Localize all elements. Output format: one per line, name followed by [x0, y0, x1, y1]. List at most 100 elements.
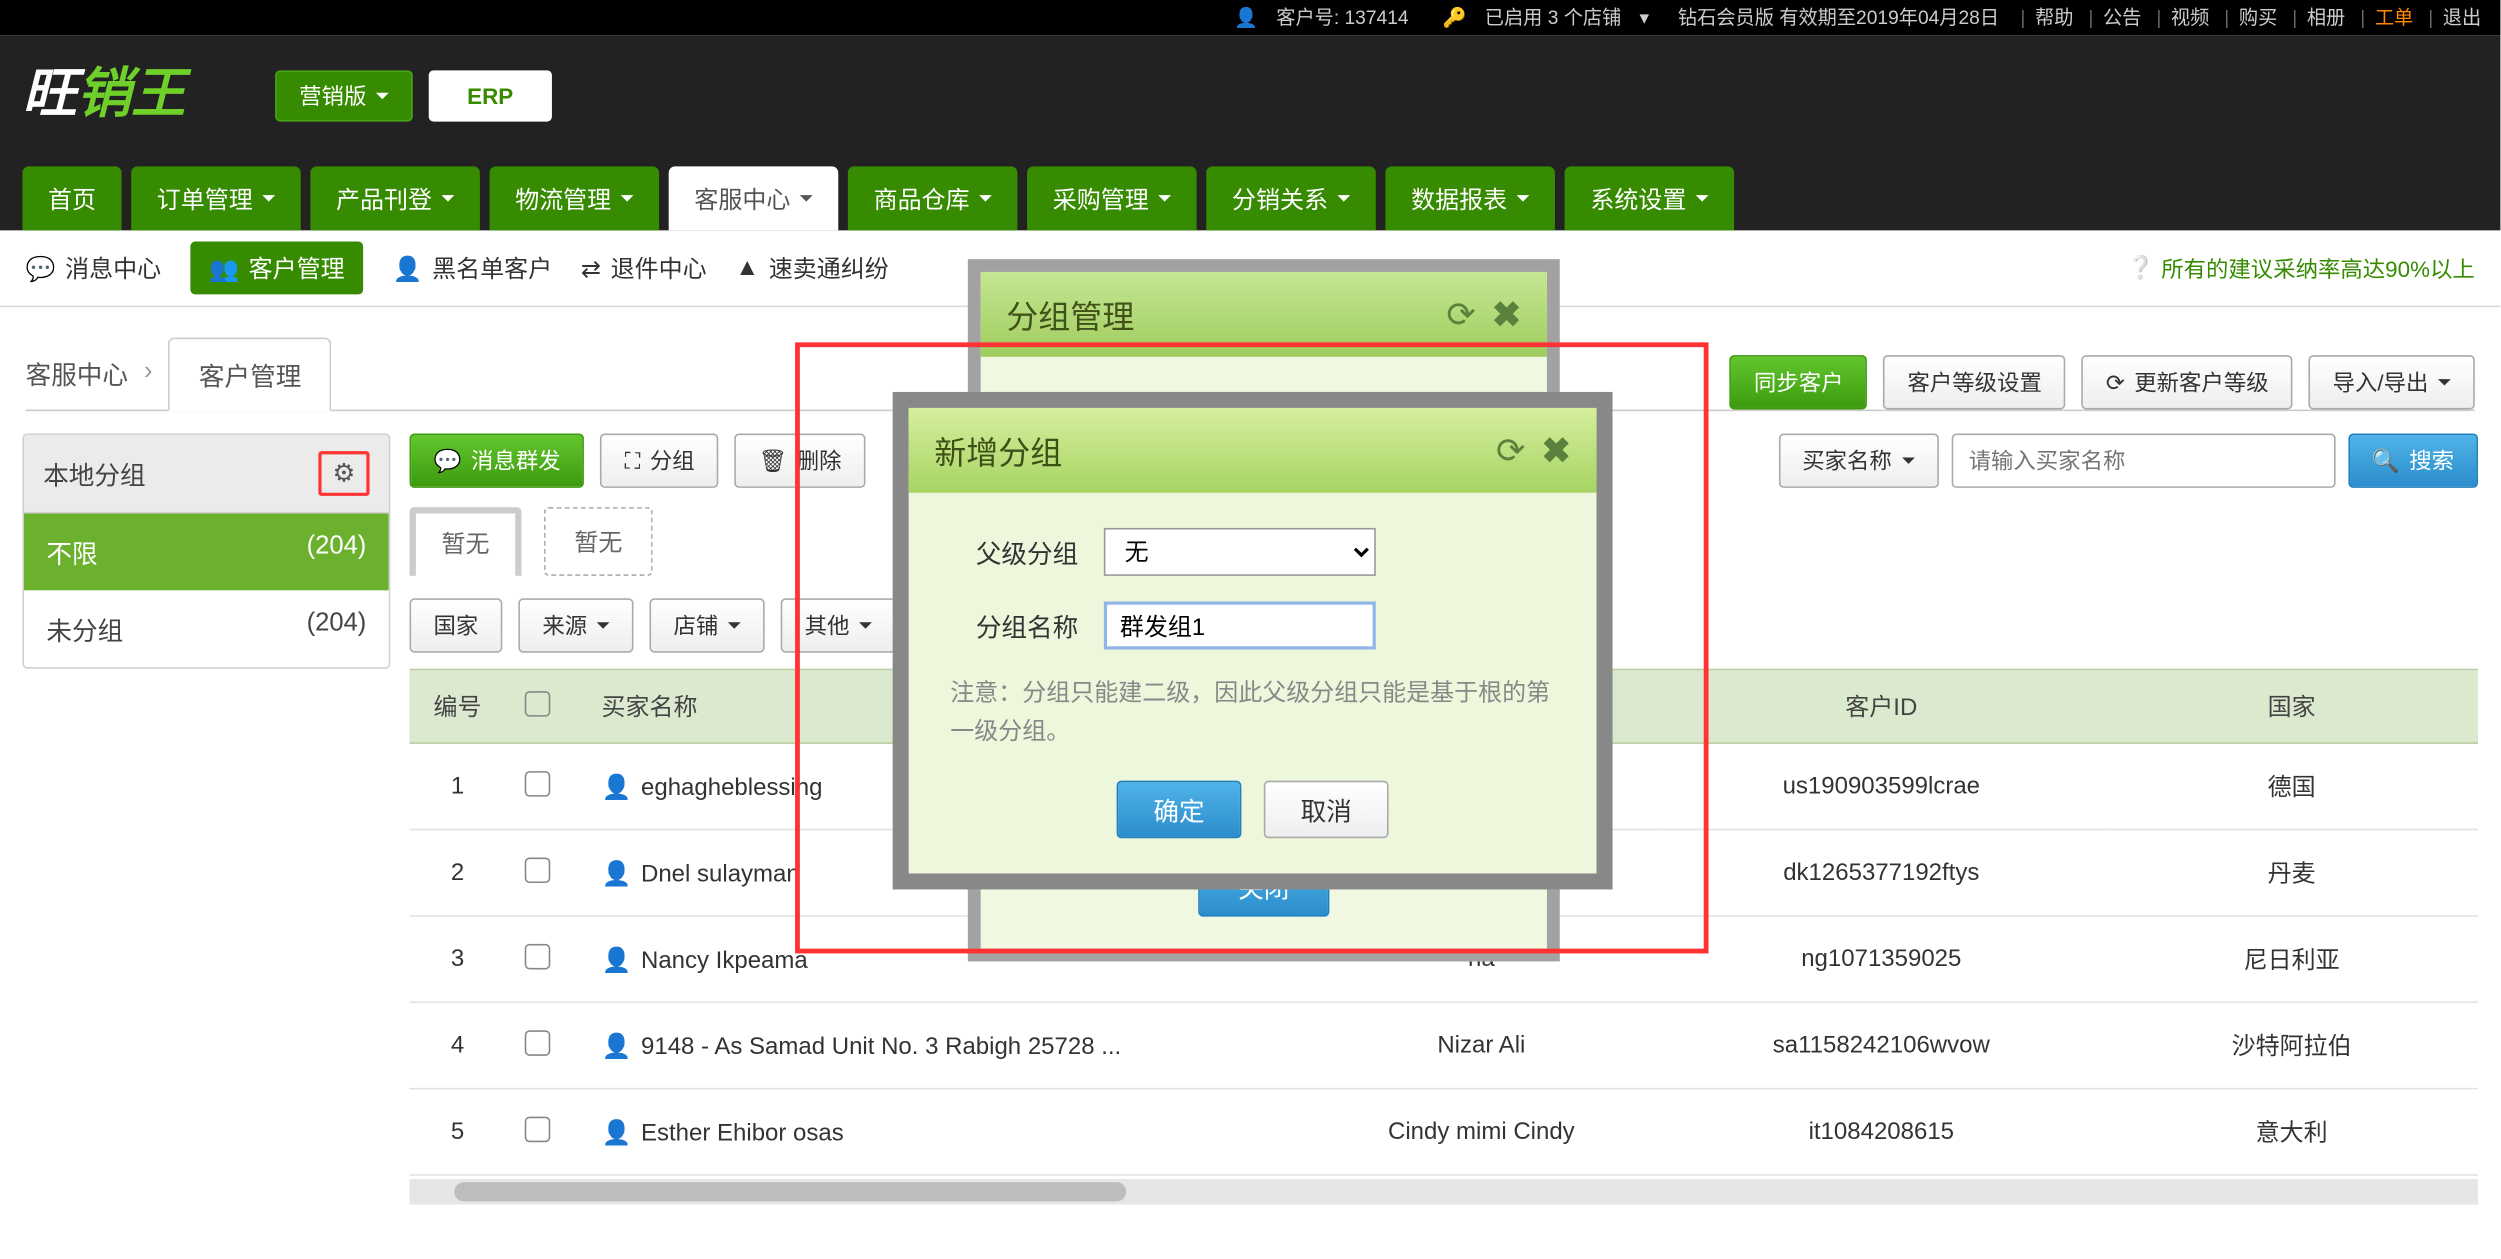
caret-down-icon	[597, 622, 610, 635]
table-row[interactable]: 4👤9148 - As Samad Unit No. 3 Rabigh 2572…	[410, 1002, 2478, 1088]
sidebar: 本地分组 ⚙ 不限(204)未分组(204)	[22, 434, 390, 669]
edition-dropdown[interactable]: 营销版	[275, 70, 413, 121]
nav-label: 客服中心	[694, 182, 790, 216]
sync-customers-button[interactable]: 同步客户	[1730, 355, 1868, 409]
nav-item-0[interactable]: 首页	[22, 166, 121, 230]
breadcrumb-root[interactable]: 客服中心	[26, 354, 128, 392]
caret-down-icon	[1158, 195, 1171, 208]
filter-3[interactable]: 其他	[781, 598, 896, 652]
delete-btn-label: 删除	[797, 445, 842, 477]
nav-item-8[interactable]: 数据报表	[1386, 166, 1556, 230]
topbar-link-buy[interactable]: 购买	[2239, 6, 2277, 28]
search-field-dropdown[interactable]: 买家名称	[1778, 434, 1938, 488]
customer-id: us190903599lcrae	[1657, 743, 2105, 829]
subbar-item-3[interactable]: ⇄退件中心	[581, 251, 707, 285]
col-1	[506, 669, 570, 743]
breadcrumb-tab[interactable]: 客户管理	[169, 338, 332, 412]
scrollbar-thumb[interactable]	[454, 1182, 1126, 1201]
cancel-button[interactable]: 取消	[1264, 781, 1389, 839]
ok-button[interactable]: 确定	[1117, 781, 1242, 839]
group-name-input[interactable]	[1104, 602, 1376, 650]
topbar-link-notice[interactable]: 公告	[2103, 6, 2141, 28]
topbar-link-ticket[interactable]: 工单	[2375, 6, 2413, 28]
nav-item-5[interactable]: 商品仓库	[848, 166, 1018, 230]
group-button[interactable]: ⛶分组	[601, 434, 719, 488]
customer-id: ng1071359025	[1657, 916, 2105, 1002]
header: 旺销王 营销版 ERP 首页订单管理产品刊登物流管理客服中心商品仓库采购管理分销…	[0, 35, 2500, 230]
cancel-label: 取消	[1301, 790, 1352, 828]
nav-item-7[interactable]: 分销关系	[1206, 166, 1376, 230]
caret-down-icon	[800, 195, 813, 208]
right-info: ❔ 所有的建议采纳率高达90%以上	[2127, 252, 2475, 284]
nav-label: 采购管理	[1053, 182, 1149, 216]
nav-item-3[interactable]: 物流管理	[490, 166, 660, 230]
sidebar-title: 本地分组	[43, 454, 145, 492]
table-row[interactable]: 5👤Esther Ehibor osasCindy mimi Cindyit10…	[410, 1089, 2478, 1175]
sidebar-item-1[interactable]: 未分组(204)	[24, 590, 389, 667]
refresh-icon[interactable]: ⟳	[1446, 294, 1475, 336]
tab-a[interactable]: 暂无	[410, 507, 522, 576]
search-button[interactable]: 🔍搜索	[2348, 434, 2478, 488]
row-checkbox[interactable]	[525, 857, 551, 883]
subbar-item-4[interactable]: ▲速卖通纠纷	[735, 251, 888, 285]
close-icon[interactable]: ✖	[1492, 294, 1521, 336]
parent-group-label: 父级分组	[950, 533, 1078, 571]
modal-header: 分组管理 ⟳ ✖	[981, 272, 1547, 357]
caret-down-icon	[1338, 195, 1351, 208]
subbar-item-1[interactable]: 👥客户管理	[190, 242, 364, 295]
import-export-button[interactable]: 导入/导出	[2309, 355, 2475, 409]
modal-header: 新增分组 ⟳ ✖	[909, 408, 1597, 493]
filter-label: 其他	[805, 610, 850, 642]
topbar-link-album[interactable]: 相册	[2307, 6, 2345, 28]
topbar-link-logout[interactable]: 退出	[2443, 6, 2481, 28]
user-icon: 👤	[602, 858, 632, 887]
subbar-item-0[interactable]: 💬消息中心	[26, 251, 162, 285]
subbar-item-2[interactable]: 👤黑名单客户	[393, 251, 552, 285]
gear-icon[interactable]: ⚙	[318, 451, 369, 496]
topbar-link-help[interactable]: 帮助	[2035, 6, 2073, 28]
filter-2[interactable]: 店铺	[649, 598, 764, 652]
level-setting-button[interactable]: 客户等级设置	[1884, 355, 2066, 409]
users-icon: 👥	[209, 254, 239, 283]
caret-down-icon[interactable]: ▾	[1639, 6, 1649, 28]
key-icon: 🔑	[1443, 6, 1467, 28]
nav-item-6[interactable]: 采购管理	[1027, 166, 1197, 230]
row-checkbox[interactable]	[525, 770, 551, 796]
tab-b[interactable]: 暂无	[544, 507, 653, 576]
row-checkbox[interactable]	[525, 1116, 551, 1142]
row-checkbox[interactable]	[525, 943, 551, 969]
topbar: 👤 客户号: 137414 🔑 已启用 3 个店铺 ▾ 钻石会员版 有效期至20…	[0, 0, 2500, 35]
caret-down-icon	[859, 622, 872, 635]
mass-message-button[interactable]: 💬消息群发	[410, 434, 585, 488]
row-mid: Nizar Ali	[1305, 1002, 1657, 1088]
edition-label: 营销版	[299, 80, 366, 112]
delete-button[interactable]: 🗑删除	[735, 434, 866, 488]
erp-button[interactable]: ERP	[429, 70, 552, 121]
nav-item-9[interactable]: 系统设置	[1565, 166, 1735, 230]
group-mgmt-title: 分组管理	[1006, 291, 1134, 337]
nav-item-1[interactable]: 订单管理	[131, 166, 301, 230]
nav-item-2[interactable]: 产品刊登	[310, 166, 480, 230]
select-all-checkbox[interactable]	[525, 690, 551, 716]
update-level-button[interactable]: ⟳更新客户等级	[2082, 355, 2293, 409]
filter-1[interactable]: 来源	[518, 598, 633, 652]
nav-label: 数据报表	[1411, 182, 1507, 216]
nav-item-4[interactable]: 客服中心	[669, 166, 839, 230]
sidebar-item-0[interactable]: 不限(204)	[24, 514, 389, 591]
row-checkbox[interactable]	[525, 1029, 551, 1055]
caret-down-icon	[1517, 195, 1530, 208]
sidebar-item-count: (204)	[307, 610, 367, 648]
close-icon[interactable]: ✖	[1541, 430, 1570, 472]
sidebar-head: 本地分组 ⚙	[24, 435, 389, 513]
parent-group-select[interactable]: 无	[1104, 528, 1376, 576]
return-icon: ⇄	[581, 254, 601, 283]
search-input[interactable]	[1951, 434, 2335, 488]
caret-down-icon	[728, 622, 741, 635]
group-btn-label: 分组	[650, 445, 695, 477]
refresh-icon[interactable]: ⟳	[1496, 430, 1525, 472]
topbar-link-video[interactable]: 视频	[2171, 6, 2209, 28]
search-icon: 🔍	[2372, 447, 2400, 474]
filter-0[interactable]: 国家	[410, 598, 503, 652]
horizontal-scrollbar[interactable]	[410, 1179, 2478, 1205]
subbar-label: 黑名单客户	[432, 251, 552, 285]
